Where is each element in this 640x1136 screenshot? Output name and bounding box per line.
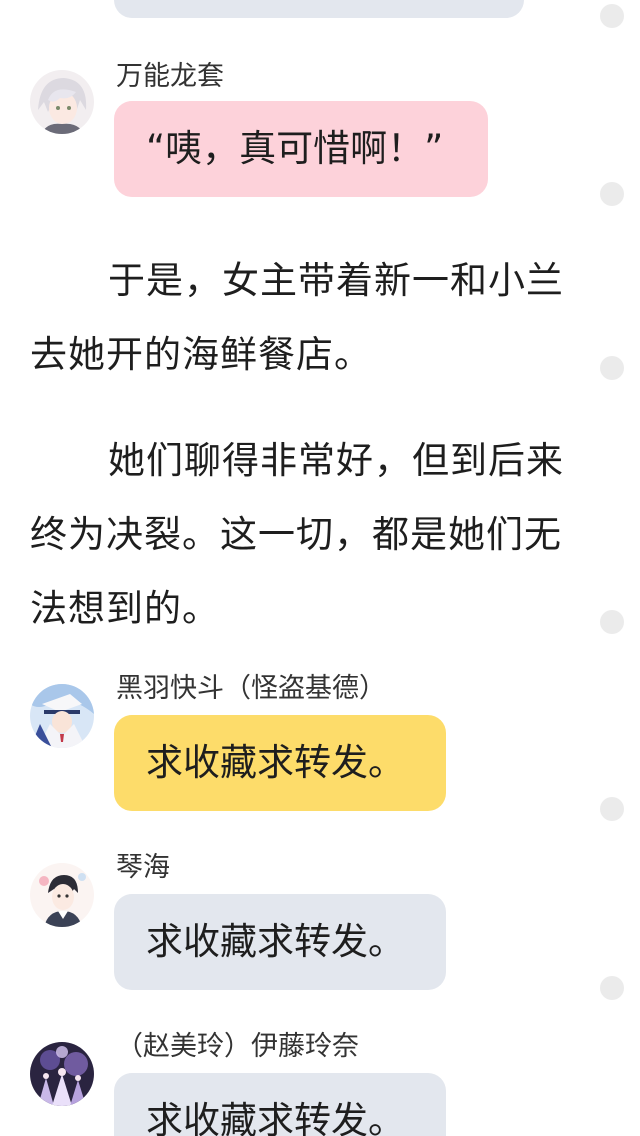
message-bubble[interactable]: 求收藏求转发。	[114, 894, 446, 990]
message-bubble[interactable]: 求收藏求转发。	[114, 1073, 446, 1136]
avatar-icon[interactable]	[30, 863, 94, 927]
scroll-marker[interactable]	[600, 976, 624, 1000]
scroll-marker[interactable]	[600, 182, 624, 206]
narration-paragraph: 于是，女主带着新一和小兰去她开的海鲜餐店。	[30, 259, 564, 376]
narration-paragraph: 她们聊得非常好，但到后来终为决裂。这一切，都是她们无法想到的。	[30, 439, 564, 630]
scroll-marker[interactable]	[600, 797, 624, 821]
message-bubble[interactable]: “咦，真可惜啊！”	[114, 101, 488, 197]
sender-name: 万能龙套	[116, 61, 224, 92]
scroll-marker[interactable]	[600, 4, 624, 28]
avatar-icon[interactable]	[30, 684, 94, 748]
sender-name: 琴海	[116, 852, 170, 883]
message-bubble[interactable]: 求收藏求转发。	[114, 715, 446, 811]
chat-story-page: 万能龙套 “咦，真可惜啊！” 于是，女主带着新一和小兰去她开的海鲜餐店。 她们聊…	[0, 0, 640, 1136]
sender-name: （赵美玲）伊藤玲奈	[116, 1031, 359, 1062]
avatar-icon[interactable]	[30, 1042, 94, 1106]
avatar-icon[interactable]	[30, 70, 94, 134]
message-bubble-partial[interactable]	[114, 0, 524, 18]
scroll-marker[interactable]	[600, 610, 624, 634]
sender-name: 黑羽快斗（怪盗基德）	[116, 673, 386, 704]
scroll-marker[interactable]	[600, 356, 624, 380]
